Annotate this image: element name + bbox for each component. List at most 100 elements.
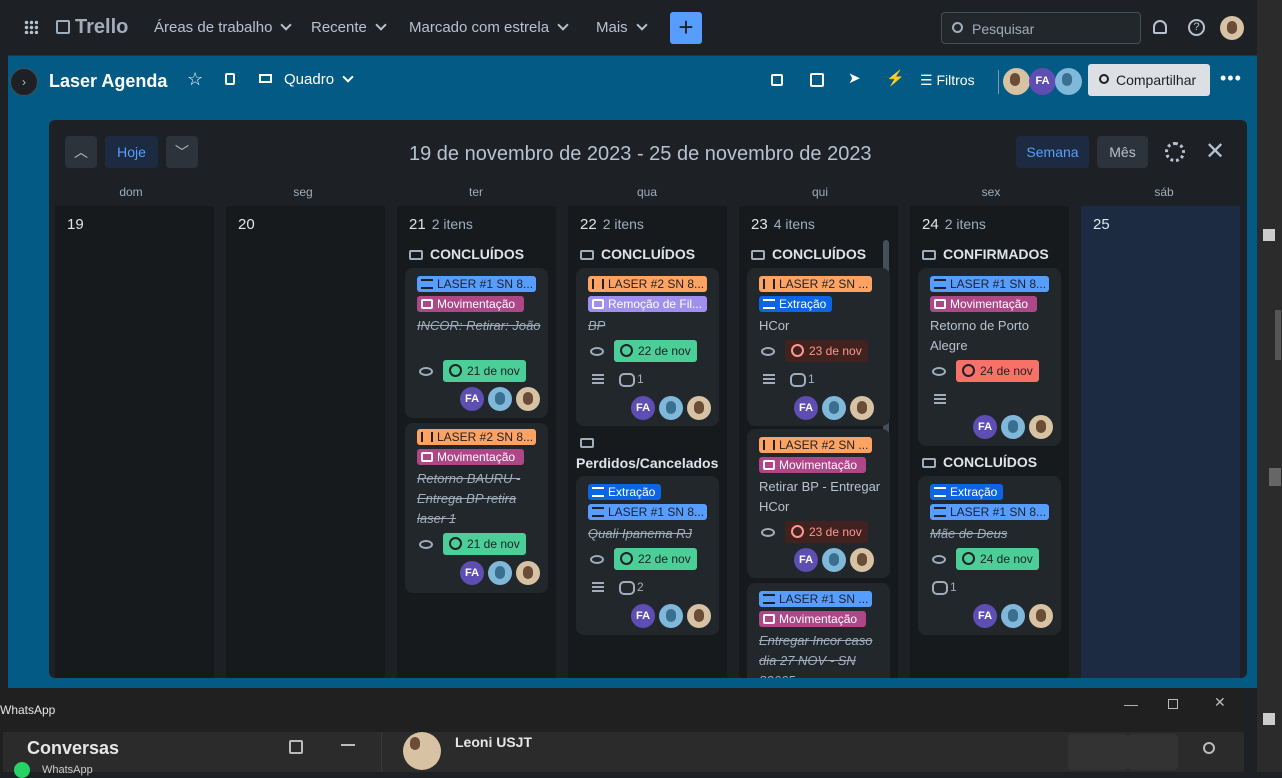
prev-week-button[interactable]: ︿ [65, 136, 97, 168]
due-date-badge[interactable]: 21 de nov [443, 533, 526, 555]
due-date-badge[interactable]: 22 de nov [614, 548, 697, 570]
scroll-up-arrow[interactable] [1263, 229, 1275, 241]
member-avatar-initials[interactable]: FA [1029, 68, 1056, 95]
new-chat-icon[interactable] [289, 740, 303, 754]
member-avatar[interactable] [488, 561, 512, 585]
card[interactable]: LASER #2 SN 8... Remoção de Fil... BP 22… [576, 268, 719, 426]
menu-icon[interactable] [341, 744, 355, 746]
member-avatar[interactable] [850, 548, 874, 572]
member-avatar[interactable] [1001, 604, 1025, 628]
member-avatar[interactable] [488, 387, 512, 411]
automation-send-icon[interactable]: ➤ [848, 69, 861, 87]
member-avatar[interactable] [822, 396, 846, 420]
star-icon[interactable]: ☆ [187, 69, 203, 90]
label: Extração [759, 296, 832, 312]
week-view-button[interactable]: Semana [1016, 136, 1089, 168]
video-call-button[interactable] [1068, 734, 1128, 770]
voice-call-button[interactable] [1128, 734, 1178, 770]
member-avatar[interactable] [687, 396, 711, 420]
label: Movimentação [930, 296, 1037, 312]
create-button[interactable]: + [670, 12, 702, 44]
sidebar-toggle[interactable]: › [10, 68, 38, 96]
calendar-power-up-icon[interactable] [771, 74, 783, 86]
day-number: 19 [67, 216, 84, 233]
member-avatar[interactable] [659, 604, 683, 628]
card[interactable]: Extração LASER #1 SN 8... Mãe de Deus 24… [918, 476, 1061, 635]
due-date-badge[interactable]: 22 de nov [614, 340, 697, 362]
member-avatar-initials[interactable]: FA [973, 415, 997, 439]
member-avatar-initials[interactable]: FA [460, 387, 484, 411]
member-avatar-initials[interactable]: FA [973, 604, 997, 628]
due-date-badge[interactable]: 24 de nov [956, 548, 1039, 570]
account-avatar[interactable] [1220, 16, 1244, 40]
member-avatar[interactable] [687, 604, 711, 628]
today-button[interactable]: Hoje [105, 136, 158, 168]
search-input[interactable]: Pesquisar [941, 12, 1141, 44]
share-button[interactable]: Compartilhar [1088, 64, 1210, 96]
search-icon[interactable] [1203, 742, 1215, 754]
member-avatar[interactable] [1001, 415, 1025, 439]
member-avatar[interactable] [850, 396, 874, 420]
card[interactable]: Extração LASER #1 SN 8... Quali Ipanema … [576, 476, 719, 635]
member-avatar[interactable] [516, 561, 540, 585]
clock-icon [449, 364, 462, 377]
scrollbar-thumb[interactable] [1269, 468, 1281, 486]
month-view-button[interactable]: Mês [1097, 136, 1148, 168]
member-avatar[interactable] [1055, 68, 1082, 95]
menu-recent-label: Recente [311, 19, 367, 36]
day-column-20[interactable] [226, 206, 385, 678]
settings-gear-icon[interactable] [1165, 142, 1185, 162]
card[interactable]: LASER #2 SN ... Movimentação Retirar BP … [747, 429, 890, 578]
due-date-badge[interactable]: 24 de nov [956, 360, 1039, 382]
member-avatar[interactable] [1029, 604, 1053, 628]
close-icon[interactable]: ✕ [1205, 137, 1225, 166]
card[interactable]: LASER #1 SN 8... Movimentação INCOR: Ret… [405, 268, 548, 418]
label-icon [421, 452, 433, 462]
trello-brand[interactable]: Trello [75, 16, 128, 39]
notifications-icon[interactable] [1153, 20, 1167, 34]
member-avatar-initials[interactable]: FA [794, 396, 818, 420]
next-week-button[interactable]: ﹀ [166, 136, 198, 168]
due-date-badge[interactable]: 21 de nov [443, 360, 526, 382]
scroll-down-arrow[interactable] [1263, 713, 1275, 725]
member-avatar-initials[interactable]: FA [460, 561, 484, 585]
help-icon[interactable]: ? [1188, 19, 1205, 36]
calendar-view-icon[interactable] [810, 73, 824, 87]
day-column-19[interactable] [55, 206, 214, 678]
card[interactable]: LASER #2 SN ... Extração HCor 23 de nov … [747, 268, 890, 426]
member-avatar-initials[interactable]: FA [631, 604, 655, 628]
due-date-badge[interactable]: 23 de nov [785, 340, 868, 362]
member-avatar[interactable] [659, 396, 683, 420]
board-title[interactable]: Laser Agenda [49, 71, 167, 92]
due-date-text: 22 de nov [638, 344, 691, 358]
member-avatar[interactable] [1029, 415, 1053, 439]
lightning-icon[interactable]: ⚡ [886, 69, 905, 87]
due-date-badge[interactable]: 23 de nov [785, 521, 868, 543]
contact-name[interactable]: Leoni USJT [455, 734, 532, 750]
card[interactable]: LASER #2 SN 8... Movimentação Retorno BA… [405, 423, 548, 593]
lock-icon[interactable] [225, 73, 235, 85]
list-icon [580, 438, 594, 448]
maximize-button[interactable] [1168, 699, 1178, 709]
label-icon [763, 460, 775, 470]
more-menu-icon[interactable]: ••• [1220, 68, 1242, 89]
close-window-button[interactable]: ✕ [1214, 694, 1226, 711]
menu-workspaces[interactable]: Áreas de trabalho [154, 19, 293, 36]
card[interactable]: LASER #1 SN ... Movimentação Entregar In… [747, 583, 890, 678]
day-column-25[interactable] [1081, 206, 1240, 678]
menu-recent[interactable]: Recente [311, 19, 387, 36]
filters-button[interactable]: ☰ Filtros [920, 72, 975, 89]
card[interactable]: LASER #1 SN 8... Movimentação Retorno de… [918, 268, 1061, 446]
member-avatar[interactable] [822, 548, 846, 572]
app-switcher-icon[interactable] [24, 20, 38, 34]
member-avatar[interactable] [516, 387, 540, 411]
scrollbar-thumb[interactable] [1275, 310, 1281, 360]
contact-avatar[interactable] [403, 732, 441, 770]
member-avatar-initials[interactable]: FA [794, 548, 818, 572]
board-view-switcher[interactable]: Quadro [284, 71, 354, 88]
minimize-button[interactable]: — [1124, 696, 1138, 712]
member-avatar-initials[interactable]: FA [631, 396, 655, 420]
member-avatar[interactable] [1003, 68, 1030, 95]
menu-starred[interactable]: Marcado com estrela [409, 19, 569, 36]
menu-more[interactable]: Mais [596, 19, 648, 36]
